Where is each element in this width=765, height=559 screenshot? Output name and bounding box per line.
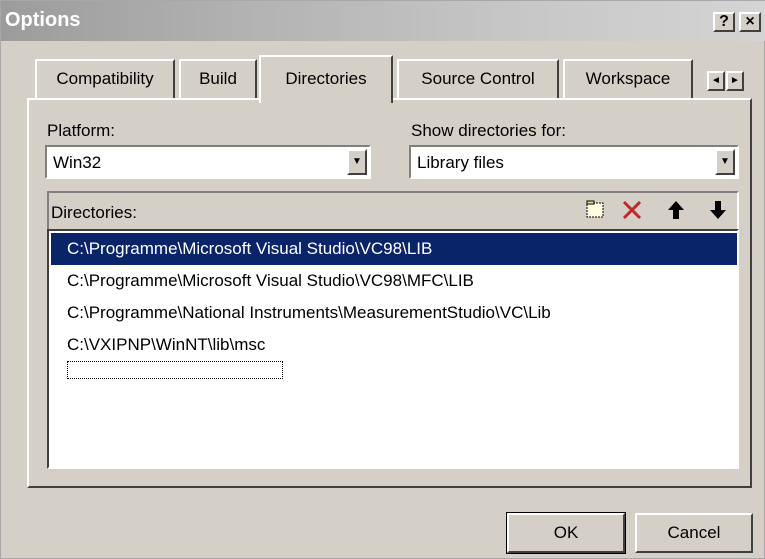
list-item[interactable]: C:\Programme\Microsoft Visual Studio\VC9… — [51, 265, 737, 297]
list-item[interactable]: C:\VXIPNP\WinNT\lib\msc — [51, 329, 737, 361]
platform-select[interactable]: Win32 ▼ — [45, 145, 371, 179]
tab-source-control[interactable]: Source Control — [397, 59, 559, 99]
new-entry-slot[interactable] — [67, 361, 283, 379]
show-directories-label: Show directories for: — [411, 121, 566, 140]
show-directories-select[interactable]: Library files ▼ — [409, 145, 739, 179]
show-directories-value: Library files — [417, 153, 504, 172]
chevron-down-icon[interactable]: ▼ — [715, 149, 735, 175]
tab-scroll-right-button[interactable]: ► — [726, 71, 744, 91]
list-item[interactable]: C:\Programme\National Instruments\Measur… — [51, 297, 737, 329]
chevron-down-icon[interactable]: ▼ — [347, 149, 367, 175]
new-folder-icon[interactable] — [583, 197, 609, 223]
platform-value: Win32 — [53, 153, 102, 172]
tab-compatibility[interactable]: Compatibility — [35, 59, 175, 99]
close-button[interactable]: × — [739, 12, 761, 32]
window-title: Options — [5, 9, 81, 31]
directories-label: Directories: — [51, 203, 137, 222]
help-button[interactable]: ? — [713, 12, 735, 32]
platform-label: Platform: — [47, 121, 116, 140]
list-item[interactable]: C:\Programme\Microsoft Visual Studio\VC9… — [51, 233, 737, 265]
tab-scroll-left-button[interactable]: ◄ — [707, 71, 725, 91]
directories-list[interactable]: C:\Programme\Microsoft Visual Studio\VC9… — [47, 229, 739, 469]
cancel-button[interactable]: Cancel — [635, 513, 753, 553]
move-down-icon[interactable] — [705, 197, 731, 223]
tab-directories[interactable]: Directories — [259, 55, 393, 103]
options-dialog: Options ? × Compatibility Build Director… — [0, 0, 765, 559]
tab-build[interactable]: Build — [179, 59, 257, 99]
delete-icon[interactable] — [619, 197, 645, 223]
tab-workspace[interactable]: Workspace — [563, 59, 693, 99]
ok-button[interactable]: OK — [506, 512, 626, 554]
move-up-icon[interactable] — [663, 197, 689, 223]
title-bar[interactable]: Options ? × — [1, 1, 765, 41]
